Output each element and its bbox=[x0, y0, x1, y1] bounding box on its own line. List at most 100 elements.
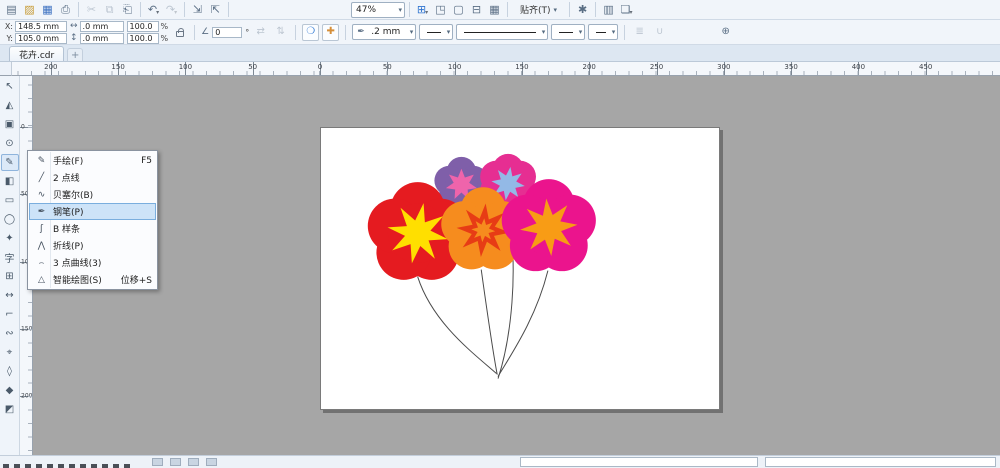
rectangle-tool[interactable]: ▭ bbox=[1, 192, 19, 209]
dropdown-arrow-icon: ▾ bbox=[409, 28, 414, 36]
line-sample bbox=[596, 31, 606, 33]
toolbar-separator bbox=[78, 2, 79, 17]
save-button[interactable]: ▦ bbox=[39, 2, 56, 18]
flower-artwork bbox=[367, 153, 596, 379]
flyout-item-pen[interactable]: ✒ 钢笔(P) bbox=[29, 203, 156, 220]
ruler-label: 100 bbox=[447, 63, 462, 71]
new-tab-button[interactable]: + bbox=[67, 48, 84, 61]
ruler-label: 150 bbox=[21, 325, 33, 333]
flower-stem[interactable] bbox=[480, 269, 498, 375]
x-position-field[interactable]: 148.5 mm bbox=[15, 20, 67, 32]
connector-tool[interactable]: ⌐ bbox=[1, 306, 19, 323]
flyout-item-bezier[interactable]: ∿ 贝塞尔(B) bbox=[29, 186, 156, 203]
object-width-field[interactable]: .0 mm bbox=[79, 20, 124, 32]
line-style-combo[interactable]: ▾ bbox=[456, 24, 549, 40]
flower-stem[interactable] bbox=[497, 270, 549, 377]
status-color-field bbox=[765, 457, 996, 467]
paste-icon: ⎗ bbox=[123, 3, 132, 16]
flyout-item-b-spline[interactable]: ʃ B 样条 bbox=[29, 220, 156, 237]
dimension-tool[interactable]: ↔ bbox=[1, 287, 19, 304]
ruler-label: 200 bbox=[582, 63, 596, 71]
new-document-button[interactable]: ▤ bbox=[3, 2, 20, 18]
view-mode-button[interactable]: ❏ ▾ bbox=[618, 2, 635, 18]
flyout-item-label: 2 点线 bbox=[53, 174, 80, 184]
status-icon-2[interactable] bbox=[170, 458, 181, 466]
outline-pen-tool[interactable]: ◊ bbox=[1, 363, 19, 380]
flyout-item-freehand[interactable]: ✎ 手绘(F) F5 bbox=[29, 152, 156, 169]
shape-tool[interactable]: ◭ bbox=[1, 97, 19, 114]
application-launcher-button[interactable]: ⊞ ▾ bbox=[414, 2, 431, 18]
status-icon-4[interactable] bbox=[206, 458, 217, 466]
show-grid-button[interactable]: ▦ bbox=[486, 2, 503, 18]
flyout-item-polyline[interactable]: ⋀ 折线(P) bbox=[29, 237, 156, 254]
welcome-screen-button[interactable]: ◳ bbox=[432, 2, 449, 18]
eyedropper-tool[interactable]: ⌖ bbox=[1, 344, 19, 361]
bar-chart-button[interactable]: ▥ bbox=[600, 2, 617, 18]
document-tab[interactable]: 花卉.cdr bbox=[9, 46, 65, 61]
text-tool[interactable]: 字 bbox=[1, 249, 19, 266]
pick-tool[interactable]: ↖ bbox=[1, 78, 19, 95]
more-options-button[interactable]: ⊕ bbox=[717, 24, 734, 41]
scale-horizontal-field[interactable]: 100.0 bbox=[126, 20, 159, 32]
blend-tool[interactable]: ∾ bbox=[1, 325, 19, 342]
open-icon: ▨ bbox=[24, 3, 35, 16]
scale-vertical-field[interactable]: 100.0 bbox=[126, 32, 159, 44]
freehand-tool[interactable]: ✎ bbox=[0, 154, 19, 171]
mirror-horizontal-button: ⇄ bbox=[252, 24, 269, 41]
rotation-angle-field[interactable]: 0 bbox=[212, 26, 243, 38]
import-icon: ⇲ bbox=[192, 3, 203, 16]
import-button[interactable]: ⇲ bbox=[189, 2, 206, 18]
fullscreen-preview-button[interactable]: ▢ bbox=[450, 2, 467, 18]
3-point-curve-icon: ⌢ bbox=[38, 257, 45, 268]
table-tool[interactable]: ⊞ bbox=[1, 268, 19, 285]
interactive-fill-tool[interactable]: ◩ bbox=[1, 401, 19, 418]
ellipse-tool[interactable]: ◯ bbox=[1, 211, 19, 228]
canvas-area[interactable] bbox=[33, 76, 1000, 455]
snap-to-menu[interactable]: 贴齐(T) ▾ bbox=[516, 2, 561, 18]
undo-button[interactable]: ↶ ▾ bbox=[145, 2, 162, 18]
paste-button[interactable]: ⎗ bbox=[119, 2, 136, 18]
show-rulers-button[interactable]: ⊟ bbox=[468, 2, 485, 18]
toolbar-separator bbox=[140, 2, 141, 17]
rotation-angle-icon: ∠ bbox=[201, 26, 210, 37]
status-icon-1[interactable] bbox=[152, 458, 163, 466]
crop-tool[interactable]: ▣ bbox=[1, 116, 19, 133]
zoom-tool[interactable]: ⊙ bbox=[1, 135, 19, 152]
flyout-item-2-point-line[interactable]: ╱ 2 点线 bbox=[29, 169, 156, 186]
open-button[interactable]: ▨ bbox=[21, 2, 38, 18]
smart-fill-tool[interactable]: ◧ bbox=[1, 173, 19, 190]
cut-button: ✂ bbox=[83, 2, 100, 18]
dropdown-arrow-icon: ▾ bbox=[425, 8, 429, 16]
zoom-level-combo[interactable]: 47% ▾ bbox=[351, 1, 405, 18]
text-wrap-button: ≣ bbox=[631, 24, 648, 41]
fill-tool[interactable]: ◆ bbox=[1, 382, 19, 399]
drawing-page[interactable] bbox=[320, 127, 720, 410]
arrow-end-combo[interactable]: ▾ bbox=[551, 24, 586, 40]
y-position-field[interactable]: 105.0 mm bbox=[15, 32, 67, 44]
ruler-origin-corner[interactable] bbox=[0, 62, 12, 76]
degree-label: ° bbox=[245, 27, 250, 37]
print-button[interactable]: ⎙ bbox=[57, 2, 74, 18]
polygon-tool[interactable]: ✦ bbox=[1, 230, 19, 247]
cut-icon: ✂ bbox=[86, 3, 97, 16]
arrow-start-combo[interactable]: ▾ bbox=[419, 24, 454, 40]
corner-style-combo[interactable]: ▾ bbox=[588, 24, 619, 40]
horizontal-ruler[interactable]: 200 150 100 50 0 50 100 150 200 250 300 350 400 450 bbox=[12, 62, 1000, 76]
options-button[interactable]: ✱ bbox=[574, 2, 591, 18]
flyout-item-3-point-curve[interactable]: ⌢ 3 点曲线(3) bbox=[29, 254, 156, 271]
toolbar-separator bbox=[295, 24, 297, 40]
lock-ratio-button[interactable] bbox=[171, 24, 188, 41]
status-icon-3[interactable] bbox=[188, 458, 199, 466]
object-height-field[interactable]: .0 mm bbox=[79, 32, 124, 44]
auto-add-delete-button[interactable]: ✚ bbox=[322, 23, 340, 41]
export-button[interactable]: ⇱ bbox=[207, 2, 224, 18]
dropdown-arrow-icon: ▾ bbox=[156, 8, 160, 16]
preview-mode-button[interactable]: ❍ bbox=[302, 23, 320, 41]
size-group: ↔ .0 mm ↕ .0 mm bbox=[70, 20, 124, 44]
freehand-icon: ✎ bbox=[37, 155, 46, 166]
outline-width-combo[interactable]: ✒ .2 mm ▾ bbox=[352, 24, 417, 40]
flyout-item-smart-drawing[interactable]: △ 智能绘图(S) 位移+S bbox=[29, 271, 156, 288]
status-text-fragment bbox=[3, 464, 131, 468]
property-bar: X: 148.5 mm Y: 105.0 mm ↔ .0 mm ↕ .0 mm … bbox=[0, 20, 1000, 45]
ruler-label: 150 bbox=[111, 63, 125, 71]
